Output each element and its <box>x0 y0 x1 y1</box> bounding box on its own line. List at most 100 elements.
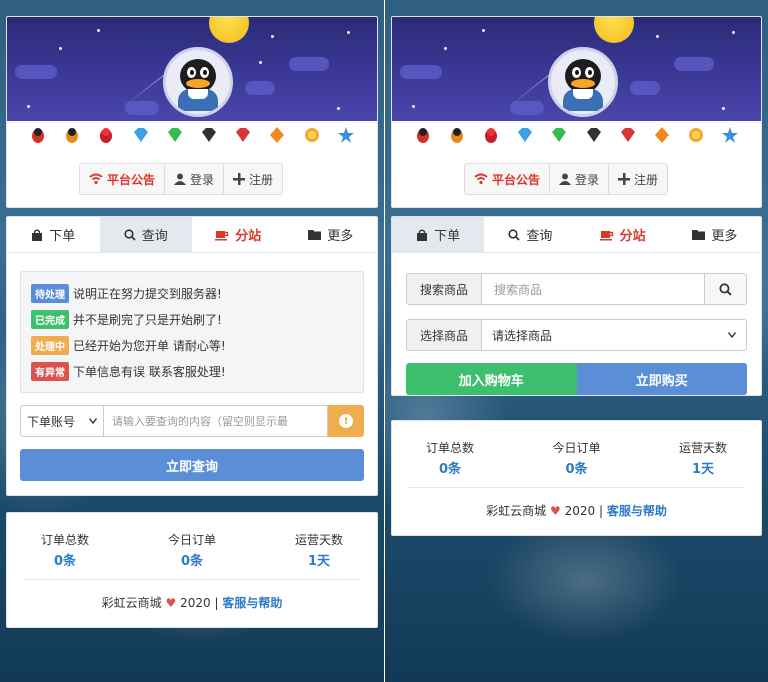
query-help-button[interactable]: ! <box>328 405 364 437</box>
search-button[interactable] <box>705 273 747 305</box>
tab-order-label: 下单 <box>434 229 461 244</box>
plus-icon <box>618 173 631 185</box>
query-type-select[interactable]: 下单账号 <box>20 405 104 437</box>
status-row: 待处理 说明正在努力提交到服务器! <box>31 280 353 306</box>
cloud-icon <box>245 81 275 95</box>
tab-bar: 下单 查询 分站 更多 <box>392 217 761 253</box>
stat-value: 0条 <box>180 554 204 569</box>
stat-today-orders: 今日订单 0条 <box>552 439 600 477</box>
buy-now-button[interactable]: 立即购买 <box>576 363 747 395</box>
query-submit-button[interactable]: 立即查询 <box>20 449 364 481</box>
tab-query-label: 查询 <box>141 229 168 244</box>
cloud-icon <box>674 57 714 71</box>
search-placeholder: 搜索商品 <box>494 282 543 297</box>
moon-icon <box>209 17 249 43</box>
status-text: 说明正在努力提交到服务器! <box>73 286 222 301</box>
tab-branch[interactable]: 分站 <box>192 217 285 252</box>
help-link[interactable]: 客服与帮助 <box>222 596 282 610</box>
cloud-icon <box>125 101 159 115</box>
penguin-icon <box>559 55 607 111</box>
search-input[interactable]: 搜索商品 <box>482 273 705 305</box>
footer: 彩虹云商城 ♥ 2020 | 客服与帮助 <box>23 580 361 627</box>
login-label: 登录 <box>575 172 600 187</box>
penguin-crimson-icon <box>485 128 498 143</box>
help-link[interactable]: 客服与帮助 <box>607 504 667 518</box>
cloud-icon <box>15 65 57 79</box>
user-icon <box>174 173 187 185</box>
login-button[interactable]: 登录 <box>550 164 610 194</box>
status-badge: 有异常 <box>31 361 69 381</box>
status-text: 下单信息有误 联系客服处理! <box>73 364 226 379</box>
stat-value: 0条 <box>438 462 462 477</box>
chevron-down-icon <box>728 332 736 338</box>
query-row: 下单账号 请输入要查询的内容（留空则显示最 ! <box>20 405 364 437</box>
exclamation-icon: ! <box>339 414 353 428</box>
select-label: 选择商品 <box>406 319 482 351</box>
register-label: 注册 <box>249 172 274 187</box>
user-icon <box>559 173 572 185</box>
cloud-icon <box>510 101 544 115</box>
star-dot <box>444 47 447 50</box>
footer: 彩虹云商城 ♥ 2020 | 客服与帮助 <box>408 488 745 535</box>
stats-card: 订单总数 0条 今日订单 0条 运营天数 1天 彩虹云商城 ♥ 2020 | 客… <box>6 512 378 628</box>
status-row: 有异常 下单信息有误 联系客服处理! <box>31 358 353 384</box>
login-label: 登录 <box>190 172 215 187</box>
register-button[interactable]: 注册 <box>609 164 667 194</box>
diamond-red-icon <box>620 128 635 142</box>
penguin-red-icon <box>417 128 430 143</box>
tab-more[interactable]: 更多 <box>669 217 761 252</box>
register-button[interactable]: 注册 <box>224 164 282 194</box>
notice-button[interactable]: 平台公告 <box>80 164 166 194</box>
add-to-cart-button[interactable]: 加入购物车 <box>406 363 577 395</box>
star-dot <box>722 107 725 110</box>
notice-label: 平台公告 <box>107 172 156 187</box>
penguin-orange-icon <box>451 128 464 143</box>
notice-button[interactable]: 平台公告 <box>465 164 551 194</box>
right-screen: 平台公告 登录 注册 下单 查询 分站 更多 搜索商品 搜索商品 选择商品 请选… <box>385 0 768 682</box>
status-row: 已完成 并不是刷完了只是开始刷了! <box>31 306 353 332</box>
stats-row: 订单总数 0条 今日订单 0条 运营天数 1天 <box>23 531 361 569</box>
penguin-red-icon <box>32 128 45 143</box>
add-to-cart-label: 加入购物车 <box>458 373 524 389</box>
tab-bar: 下单 查询 分站 更多 <box>7 217 377 253</box>
brand-name: 彩虹云商城 <box>101 596 162 610</box>
query-input[interactable]: 请输入要查询的内容（留空则显示最 <box>104 405 328 437</box>
tab-more[interactable]: 更多 <box>285 217 378 252</box>
chevron-down-icon <box>89 418 97 424</box>
tab-branch[interactable]: 分站 <box>577 217 669 252</box>
penguin-icon <box>174 55 222 111</box>
status-row: 处理中 已经开始为您开单 请耐心等! <box>31 332 353 358</box>
product-select[interactable]: 请选择商品 <box>482 319 747 351</box>
night-banner <box>7 17 377 121</box>
tab-query[interactable]: 查询 <box>484 217 576 252</box>
header-card: 平台公告 登录 注册 <box>391 16 762 208</box>
star-dot <box>656 35 659 38</box>
tab-order-label: 下单 <box>49 229 76 244</box>
tab-query[interactable]: 查询 <box>99 217 192 252</box>
search-label: 搜索商品 <box>406 273 482 305</box>
status-text: 并不是刷完了只是开始刷了! <box>73 312 222 327</box>
tab-order[interactable]: 下单 <box>392 217 485 252</box>
star-dot <box>97 29 100 32</box>
search-icon <box>508 228 520 241</box>
notice-label: 平台公告 <box>492 172 541 187</box>
night-banner <box>392 17 761 121</box>
bag-icon <box>417 229 428 241</box>
tab-query-label: 查询 <box>526 229 553 244</box>
diamond-blue-icon <box>133 128 148 142</box>
search-icon <box>719 282 732 296</box>
gem-row <box>392 121 761 149</box>
cup-icon <box>599 230 613 240</box>
header-button-group: 平台公告 登录 注册 <box>79 163 284 195</box>
tab-order[interactable]: 下单 <box>7 217 100 252</box>
star-icon <box>337 127 354 143</box>
cloud-icon <box>289 57 329 71</box>
coin-icon <box>304 128 319 142</box>
stat-label: 运营天数 <box>294 533 343 547</box>
status-text: 已经开始为您开单 请耐心等! <box>73 338 226 353</box>
stat-label: 运营天数 <box>678 441 727 455</box>
stat-total-orders: 订单总数 0条 <box>426 439 474 477</box>
cloud-icon <box>400 65 442 79</box>
star-dot <box>271 35 274 38</box>
login-button[interactable]: 登录 <box>165 164 225 194</box>
